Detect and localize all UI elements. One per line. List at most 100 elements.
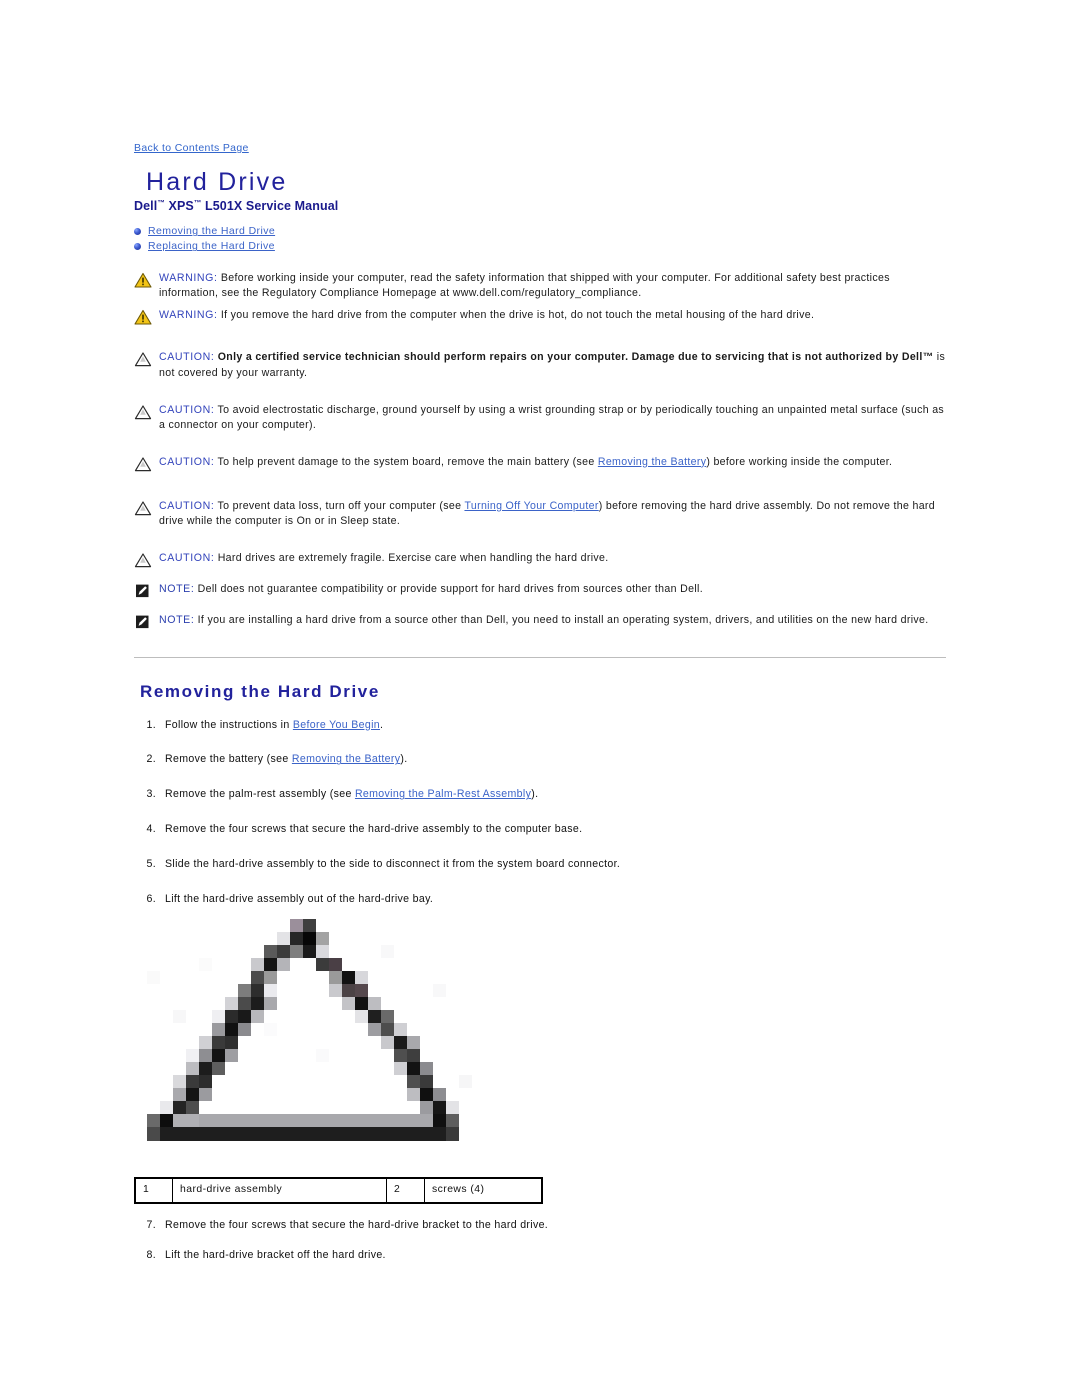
admonition-lead: CAUTION:: [159, 499, 215, 512]
admonition-lead: WARNING:: [159, 309, 218, 322]
toc-link-replacing-hard-drive[interactable]: Replacing the Hard Drive: [148, 240, 275, 252]
broken-image-placeholder-icon: [134, 918, 498, 1157]
admonition-text: CAUTION: Hard drives are extremely fragi…: [159, 551, 946, 566]
admonition-caution-3: CAUTION: To help prevent damage to the s…: [134, 455, 946, 477]
step-number: 4.: [146, 823, 156, 836]
step-text: Remove the four screws that secure the h…: [165, 823, 583, 836]
step-number: 7.: [146, 1218, 156, 1231]
admonition-body-bold: Only a certified service technician shou…: [214, 351, 934, 364]
list-item: 6. Lift the hard-drive assembly out of t…: [134, 892, 946, 907]
subtitle-xps: XPS: [164, 199, 194, 214]
admonition-body: Before working inside your computer, rea…: [159, 272, 890, 300]
subtitle-dell: Dell: [134, 199, 158, 214]
admonition-text: CAUTION: To prevent data loss, turn off …: [159, 499, 946, 529]
step-text: Lift the hard-drive assembly out of the …: [165, 892, 434, 905]
admonition-text: CAUTION: To avoid electrostatic discharg…: [159, 403, 946, 433]
callout-value-1: hard-drive assembly: [172, 1177, 387, 1204]
admonition-body: If you are installing a hard drive from …: [194, 613, 929, 626]
list-item: 4. Remove the four screws that secure th…: [134, 822, 946, 837]
subtitle-model: L501X Service Manual: [201, 199, 339, 214]
note-pencil-icon: [134, 583, 152, 604]
list-item: 1. Follow the instructions in Before You…: [134, 718, 946, 733]
link-removing-the-battery[interactable]: Removing the Battery: [598, 456, 706, 468]
admonition-body: To avoid electrostatic discharge, ground…: [159, 403, 945, 431]
admonition-caution-2: CAUTION: To avoid electrostatic discharg…: [134, 403, 946, 433]
admonition-lead: CAUTION:: [159, 551, 215, 564]
step-text-before: Remove the battery (see: [165, 753, 292, 766]
step-text-after: .: [380, 718, 384, 731]
admonition-body: Hard drives are extremely fragile. Exerc…: [214, 551, 609, 564]
step-text-before: Remove the palm-rest assembly (see: [165, 788, 355, 801]
caution-triangle-icon: [134, 404, 152, 425]
admonition-lead: CAUTION:: [159, 455, 215, 468]
procedure-steps-list: 1. Follow the instructions in Before You…: [134, 718, 946, 907]
section-heading: Removing the Hard Drive: [140, 681, 380, 701]
admonition-body: If you remove the hard drive from the co…: [217, 309, 815, 322]
page-title: Hard Drive: [146, 168, 288, 196]
step-text-after: ).: [400, 753, 408, 766]
admonition-warning-2: WARNING: If you remove the hard drive fr…: [134, 308, 946, 330]
step-text-after: ).: [531, 788, 539, 801]
admonition-text: CAUTION: To help prevent damage to the s…: [159, 455, 946, 470]
caution-triangle-icon: [134, 351, 152, 372]
callout-value-2: screws (4): [424, 1177, 543, 1204]
caution-triangle-icon: [134, 456, 152, 477]
list-item: 8. Lift the hard-drive bracket off the h…: [134, 1248, 946, 1263]
callout-key-1: 1: [134, 1177, 173, 1204]
step-text: Remove the four screws that secure the h…: [165, 1218, 549, 1231]
link-before-you-begin[interactable]: Before You Begin: [293, 719, 380, 731]
admonition-lead: NOTE:: [159, 613, 195, 626]
toc-item-removing[interactable]: Removing the Hard Drive: [134, 225, 946, 237]
step-number: 6.: [146, 892, 156, 905]
admonition-body-after: ) before working inside the computer.: [706, 455, 893, 468]
link-turning-off-your-computer[interactable]: Turning Off Your Computer: [464, 500, 598, 512]
note-pencil-icon: [134, 614, 152, 635]
link-removing-the-palm-rest-assembly[interactable]: Removing the Palm-Rest Assembly: [355, 788, 531, 800]
admonition-lead: WARNING:: [159, 272, 218, 285]
admonition-note-2: NOTE: If you are installing a hard drive…: [134, 613, 946, 635]
admonition-warning-1: WARNING: Before working inside your comp…: [134, 271, 946, 301]
admonition-caution-4: CAUTION: To prevent data loss, turn off …: [134, 499, 946, 529]
admonition-lead: NOTE:: [159, 582, 195, 595]
procedure-steps-list-continued: 7. Remove the four screws that secure th…: [134, 1218, 946, 1264]
toc-link-removing-hard-drive[interactable]: Removing the Hard Drive: [148, 225, 275, 237]
back-to-contents-link[interactable]: Back to Contents Page: [134, 142, 249, 154]
caution-triangle-icon: [134, 552, 152, 573]
warning-triangle-icon: [134, 309, 152, 330]
admonition-lead: CAUTION:: [159, 351, 215, 364]
toc-list: Removing the Hard Drive Replacing the Ha…: [134, 225, 946, 252]
page-subtitle: Dell™ XPS™ L501X Service Manual: [134, 198, 946, 213]
step-number: 8.: [146, 1249, 156, 1262]
trademark-icon-1: ™: [157, 198, 165, 208]
link-removing-the-battery[interactable]: Removing the Battery: [292, 753, 400, 765]
document-page: Back to Contents Page Hard Drive Dell™ X…: [134, 0, 946, 1263]
admonition-text: WARNING: Before working inside your comp…: [159, 271, 946, 301]
admonition-caution-1: CAUTION: Only a certified service techni…: [134, 350, 946, 380]
warning-triangle-icon: [134, 272, 152, 293]
step-number: 1.: [146, 718, 156, 731]
admonition-body: Dell does not guarantee compatibility or…: [194, 582, 703, 595]
table-row: 1 hard-drive assembly 2 screws (4): [134, 1177, 543, 1204]
step-text: Remove the battery (see Removing the Bat…: [165, 752, 407, 767]
toc-item-replacing[interactable]: Replacing the Hard Drive: [134, 240, 946, 252]
admonition-caution-5: CAUTION: Hard drives are extremely fragi…: [134, 551, 946, 573]
step-text: Follow the instructions in Before You Be…: [165, 718, 383, 733]
step-number: 2.: [146, 753, 156, 766]
step-text: Remove the palm-rest assembly (see Remov…: [165, 787, 538, 802]
list-item: 3. Remove the palm-rest assembly (see Re…: [134, 787, 946, 802]
figure-hard-drive-removal: 1 hard-drive assembly 2 screws (4): [134, 918, 543, 1204]
caution-triangle-icon: [134, 500, 152, 521]
list-item: 2. Remove the battery (see Removing the …: [134, 752, 946, 767]
admonition-body-before: To help prevent damage to the system boa…: [214, 455, 598, 468]
admonition-text: NOTE: If you are installing a hard drive…: [159, 613, 946, 628]
figure-callout-table: 1 hard-drive assembly 2 screws (4): [134, 1176, 543, 1204]
list-item: 5. Slide the hard-drive assembly to the …: [134, 857, 946, 872]
bullet-sphere-icon: [134, 242, 141, 250]
step-text: Slide the hard-drive assembly to the sid…: [165, 857, 621, 870]
list-item: 7. Remove the four screws that secure th…: [134, 1218, 946, 1233]
admonition-text: NOTE: Dell does not guarantee compatibil…: [159, 582, 946, 597]
backlink-container: Back to Contents Page: [134, 0, 946, 156]
admonition-body-before: To prevent data loss, turn off your comp…: [214, 499, 465, 512]
bullet-sphere-icon: [134, 227, 141, 235]
step-text: Lift the hard-drive bracket off the hard…: [165, 1249, 386, 1262]
